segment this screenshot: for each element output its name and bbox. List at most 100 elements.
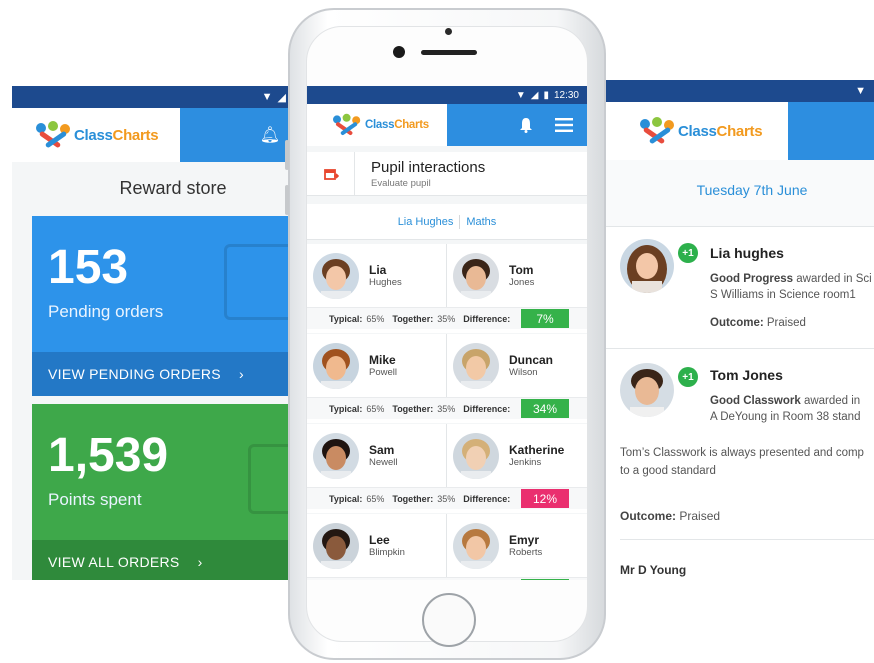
filter-subject[interactable]: Maths	[466, 216, 496, 228]
pupil-card[interactable]: Sam Newell	[307, 424, 446, 487]
points-badge: +1	[678, 243, 698, 263]
pupil-card[interactable]: Mike Powell	[307, 334, 446, 397]
pupil-first-name: Emyr	[509, 533, 540, 547]
shopping-bag-icon	[224, 244, 294, 320]
pupil-card[interactable]: Katherine Jenkins	[447, 424, 586, 487]
signal-icon: ◢	[530, 89, 539, 101]
logo-mark-icon	[333, 113, 361, 136]
award-suffix: awarded in Sci	[793, 273, 872, 285]
pupil-first-name: Sam	[369, 443, 395, 457]
timeline-entry[interactable]: +1 Tom Jones Good Classwork awarded in A…	[606, 348, 874, 590]
status-bar: ▼	[606, 80, 874, 102]
logo-text-charts: Charts	[716, 122, 763, 140]
avatar	[313, 342, 359, 389]
pupil-pair-row[interactable]: Lia Hughes Tom Jones Typical: 65% Together:…	[307, 244, 587, 333]
app-header: ClassCharts	[307, 104, 587, 146]
comment-line-1: Tom’s Classwork is always presented and …	[620, 447, 864, 459]
logo-text-charts: Charts	[112, 126, 159, 144]
difference-label: Difference:	[463, 313, 511, 324]
pupil-card[interactable]: Lia Hughes	[307, 244, 446, 307]
header-actions: 🔔︎	[180, 108, 294, 162]
marketing-stage: ▼ ◢ ClassCharts 🔔︎ Reward store 153 Pend…	[0, 0, 874, 663]
pupil-name: Tom Jones	[710, 367, 783, 383]
together-label: Together:	[392, 403, 434, 414]
pupil-card[interactable]: Duncan Wilson	[447, 334, 586, 397]
award-name: Good Progress	[710, 273, 794, 285]
logo-text-class: Class	[365, 119, 395, 131]
bell-icon[interactable]	[519, 117, 533, 133]
header-actions	[788, 102, 874, 160]
logo-container[interactable]: ClassCharts	[307, 104, 447, 146]
volume-button	[285, 185, 289, 215]
comment-line-2: to a good standard	[620, 465, 716, 477]
timeline-date: Tuesday 7th June	[696, 182, 808, 198]
app-header: ClassCharts 🔔︎	[12, 108, 294, 162]
view-pending-orders-button[interactable]: VIEW PENDING ORDERS ›	[32, 352, 294, 396]
bell-icon[interactable]: 🔔︎	[260, 125, 280, 145]
classcharts-logo: ClassCharts	[333, 111, 429, 139]
avatar	[313, 432, 359, 479]
pupil-card[interactable]: Emyr Roberts	[447, 514, 586, 577]
points-badge: +1	[678, 367, 698, 387]
pupil-pair-row[interactable]: Sam Newell Katherine Jenkins Typical: 65% T…	[307, 424, 587, 513]
pupil-first-name: Duncan	[509, 353, 554, 367]
home-button[interactable]	[422, 593, 476, 647]
view-all-orders-button[interactable]: VIEW ALL ORDERS ›	[32, 540, 294, 580]
logo-mark-icon	[640, 117, 676, 145]
award-name: Good Classwork	[710, 395, 801, 407]
typical-value: 65%	[366, 313, 385, 324]
pending-orders-tile[interactable]: 153 Pending orders VIEW PENDING ORDERS ›	[32, 216, 294, 396]
status-bar: ▼ ◢	[12, 86, 294, 108]
divider	[620, 539, 874, 540]
together-value: 35%	[437, 313, 456, 324]
avatar	[453, 522, 499, 569]
section-header: Pupil interactions Evaluate pupil	[307, 151, 587, 196]
logo-container[interactable]: ClassCharts	[12, 108, 180, 162]
pupil-pair-row[interactable]: Mike Powell Duncan Wilson Typical: 65% Toge…	[307, 334, 587, 423]
filter-pupil[interactable]: Lia Hughes	[398, 216, 454, 228]
app-header: ClassCharts	[606, 102, 874, 160]
status-time: 12:30	[553, 89, 579, 101]
volume-button	[285, 140, 289, 170]
typical-value: 65%	[366, 493, 385, 504]
wifi-icon: ▼	[515, 89, 526, 101]
pupil-last-name: Newell	[369, 457, 398, 468]
filter-divider	[459, 214, 461, 229]
points-spent-count: 1,539	[48, 429, 169, 482]
classcharts-logo: ClassCharts	[36, 121, 159, 149]
award-location: A DeYoung in Room 38 stand	[710, 411, 861, 423]
avatar	[620, 363, 674, 417]
logo-container[interactable]: ClassCharts	[606, 102, 788, 160]
difference-badge: 12%	[521, 489, 569, 508]
award-line: Good Classwork awarded in	[710, 395, 860, 407]
filter-bar: Lia Hughes Maths	[307, 204, 587, 240]
pupil-last-name: Powell	[369, 367, 397, 378]
menu-icon[interactable]	[555, 118, 573, 132]
pupil-name: Lia hughes	[710, 245, 784, 261]
logo-mark-icon	[36, 121, 72, 149]
typical-label: Typical:	[329, 313, 363, 324]
difference-label: Difference:	[463, 493, 511, 504]
avatar	[620, 239, 674, 293]
pupil-last-name: Jones	[509, 277, 535, 288]
pupil-card[interactable]: Lee Blimpkin	[307, 514, 446, 577]
award-location: S Williams in Science room1	[710, 289, 856, 301]
chevron-right-icon: ›	[238, 366, 244, 382]
pupil-card[interactable]: Tom Jones	[447, 244, 586, 307]
award-line: Good Progress awarded in Sci	[710, 273, 872, 285]
points-spent-tile[interactable]: 1,539 Points spent VIEW ALL ORDERS ›	[32, 404, 294, 580]
pending-orders-count: 153	[48, 241, 129, 294]
outcome-value: Praised	[676, 509, 721, 523]
pupil-pair-row[interactable]: LeeBlimpkin EmyrRoberts Typical:65% Toge…	[307, 514, 587, 580]
battery-icon: ▮	[543, 89, 549, 101]
calendar-icon[interactable]	[307, 151, 355, 196]
timeline-screen: ▼ ClassCharts Tuesday 7th June +1 Lia hu…	[606, 80, 874, 590]
outcome-label: Outcome:	[710, 317, 764, 329]
difference-badge: 34%	[521, 579, 569, 580]
together-label: Together:	[392, 313, 434, 324]
avatar	[453, 432, 499, 479]
together-value: 35%	[437, 403, 456, 414]
header-actions	[447, 104, 587, 146]
pupil-first-name: Lia	[369, 263, 387, 277]
timeline-entry[interactable]: +1 Lia hughes Good Progress awarded in S…	[606, 226, 874, 348]
